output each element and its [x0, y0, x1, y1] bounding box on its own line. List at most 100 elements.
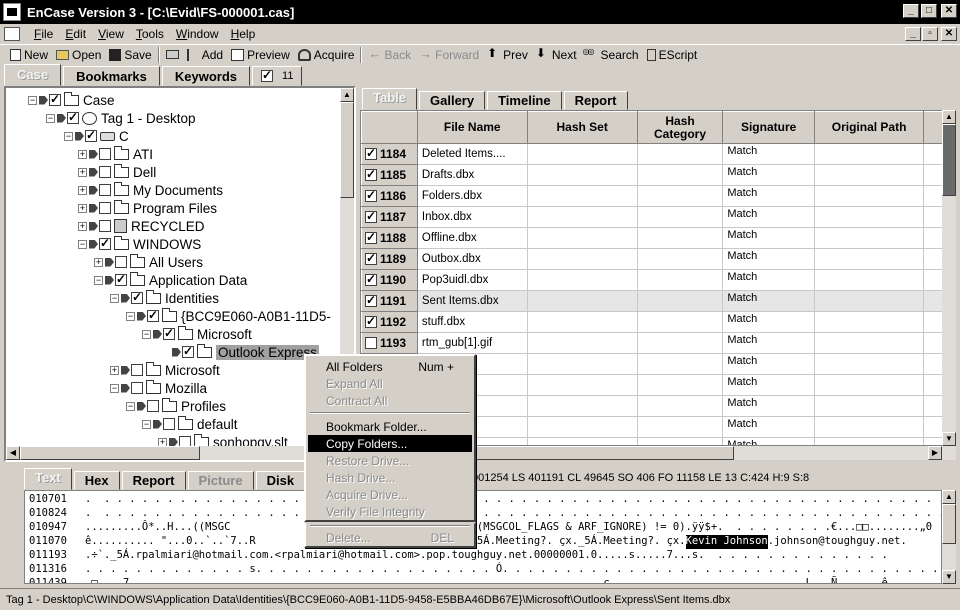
hashcategory-cell[interactable] — [637, 353, 724, 375]
app-icon[interactable] — [3, 3, 21, 21]
checkbox[interactable] — [131, 364, 143, 376]
menu-item-contract-all[interactable]: Contract All — [308, 392, 472, 409]
table-row[interactable]: 1192 stuff.dbx Match — [361, 311, 955, 333]
row-number-cell[interactable]: 1186 — [361, 185, 418, 207]
checkbox[interactable] — [99, 220, 111, 232]
menu-edit[interactable]: Edit — [59, 27, 92, 41]
tree-node-identities[interactable]: −Identities — [110, 289, 219, 307]
signature-cell[interactable]: Match — [722, 395, 815, 417]
hashcategory-cell[interactable] — [637, 374, 724, 396]
tab-report[interactable]: Report — [563, 91, 628, 110]
originalpath-cell[interactable] — [814, 290, 925, 312]
filename-cell[interactable]: Pop3uidl.dbx — [417, 269, 528, 291]
scrollbar-thumb[interactable] — [942, 124, 956, 196]
signature-cell[interactable]: Match — [722, 227, 815, 249]
filename-cell[interactable]: Deleted Items.... — [417, 143, 528, 165]
checkbox[interactable] — [99, 184, 111, 196]
row-checkbox[interactable] — [365, 251, 377, 265]
originalpath-cell[interactable] — [814, 206, 925, 228]
signature-cell[interactable]: Match — [722, 374, 815, 396]
row-checkbox[interactable] — [365, 314, 377, 328]
hashcategory-cell[interactable] — [637, 227, 724, 249]
escript-button[interactable]: EScript — [643, 46, 702, 64]
tree-node-case[interactable]: −Case — [28, 91, 115, 109]
tab-text[interactable]: Text — [24, 468, 72, 490]
menu-item-hash-drive[interactable]: Hash Drive... — [308, 469, 472, 486]
menu-view[interactable]: View — [92, 27, 130, 41]
originalpath-cell[interactable] — [814, 374, 925, 396]
checkbox[interactable] — [115, 272, 127, 286]
table-vertical-scrollbar[interactable]: ▲ ▼ — [942, 110, 956, 446]
row-number-cell[interactable]: 1192 — [361, 311, 418, 333]
tree-node-recycled[interactable]: + RECYCLED — [78, 217, 205, 235]
hashset-cell[interactable] — [527, 185, 638, 207]
signature-cell[interactable]: Match — [722, 248, 815, 270]
originalpath-cell[interactable] — [814, 416, 925, 438]
filename-cell[interactable]: Drafts.dbx — [417, 164, 528, 186]
row-number-cell[interactable]: 1184 — [361, 143, 418, 165]
checkbox[interactable] — [99, 236, 111, 250]
tab-hex[interactable]: Hex — [73, 471, 120, 490]
column-header-filename[interactable]: File Name — [416, 111, 528, 144]
hashset-cell[interactable] — [527, 416, 638, 438]
hashcategory-cell[interactable] — [637, 332, 724, 354]
checkbox[interactable] — [67, 110, 79, 124]
checked-count-checkbox[interactable] — [261, 68, 274, 82]
row-checkbox[interactable] — [365, 188, 377, 202]
expand-icon[interactable]: + — [78, 167, 87, 177]
signature-cell[interactable]: Match — [722, 416, 815, 438]
tree-node-progfiles[interactable]: + Program Files — [78, 199, 217, 217]
originalpath-cell[interactable] — [814, 311, 925, 333]
signature-cell[interactable]: Match — [722, 143, 815, 165]
tree-node-microsoft[interactable]: −Microsoft — [142, 325, 252, 343]
row-number-cell[interactable]: 1187 — [361, 206, 418, 228]
menu-item-bookmark-folder[interactable]: Bookmark Folder... — [308, 418, 472, 435]
tree-node-outlook[interactable]: Outlook Express — [172, 343, 320, 361]
scrollbar-thumb[interactable] — [942, 504, 956, 544]
scroll-up-arrow-icon[interactable]: ▲ — [942, 490, 956, 504]
hashcategory-cell[interactable] — [637, 311, 724, 333]
signature-cell[interactable]: Match — [722, 164, 815, 186]
originalpath-cell[interactable] — [814, 269, 925, 291]
tab-timeline[interactable]: Timeline — [487, 91, 562, 110]
checkbox[interactable] — [163, 326, 175, 340]
save-button[interactable]: Save — [105, 46, 155, 64]
signature-cell[interactable]: Match — [722, 353, 815, 375]
hashcategory-cell[interactable] — [637, 269, 724, 291]
originalpath-cell[interactable] — [814, 185, 925, 207]
signature-cell[interactable]: Match — [722, 206, 815, 228]
hashcategory-cell[interactable] — [637, 248, 724, 270]
originalpath-cell[interactable] — [814, 395, 925, 417]
row-checkbox[interactable] — [365, 272, 377, 286]
checkbox[interactable] — [85, 128, 97, 142]
hashcategory-cell[interactable] — [637, 290, 724, 312]
menu-item-restore-drive[interactable]: Restore Drive... — [308, 452, 472, 469]
row-number-cell[interactable]: 1188 — [361, 227, 418, 249]
hashcategory-cell[interactable] — [637, 164, 724, 186]
expand-icon[interactable]: + — [78, 149, 87, 159]
expand-icon[interactable]: + — [110, 365, 119, 375]
tab-bookmarks[interactable]: Bookmarks — [63, 66, 160, 86]
tree-node-c[interactable]: −C — [64, 127, 129, 145]
tree-horizontal-scrollbar[interactable]: ◀ ▶ — [6, 446, 340, 460]
expand-icon[interactable]: + — [78, 203, 87, 213]
tab-keywords[interactable]: Keywords — [161, 66, 251, 86]
scroll-down-arrow-icon[interactable]: ▼ — [942, 570, 956, 584]
table-row[interactable]: 1186 Folders.dbx Match — [361, 185, 955, 207]
tree-node-profiles[interactable]: − Profiles — [126, 397, 226, 415]
menu-item-delete[interactable]: Delete... DEL — [308, 529, 472, 546]
table-row[interactable]: 1190 Pop3uidl.dbx Match — [361, 269, 955, 291]
table-row[interactable]: 1193 rtm_gub[1].gif Match — [361, 332, 955, 354]
collapse-icon[interactable]: − — [46, 113, 55, 123]
collapse-icon[interactable]: − — [94, 275, 103, 285]
row-checkbox[interactable] — [365, 209, 377, 223]
tree-node-microsoft2[interactable]: + Microsoft — [110, 361, 220, 379]
originalpath-cell[interactable] — [814, 248, 925, 270]
tree-node-ati[interactable]: + ATI — [78, 145, 153, 163]
hashset-cell[interactable] — [527, 248, 638, 270]
expand-icon[interactable]: + — [94, 257, 103, 267]
row-checkbox[interactable] — [365, 146, 377, 160]
close-button[interactable]: ✕ — [941, 4, 957, 18]
tree-node-windows[interactable]: −WINDOWS — [78, 235, 201, 253]
table-row[interactable]: 1188 Offline.dbx Match — [361, 227, 955, 249]
